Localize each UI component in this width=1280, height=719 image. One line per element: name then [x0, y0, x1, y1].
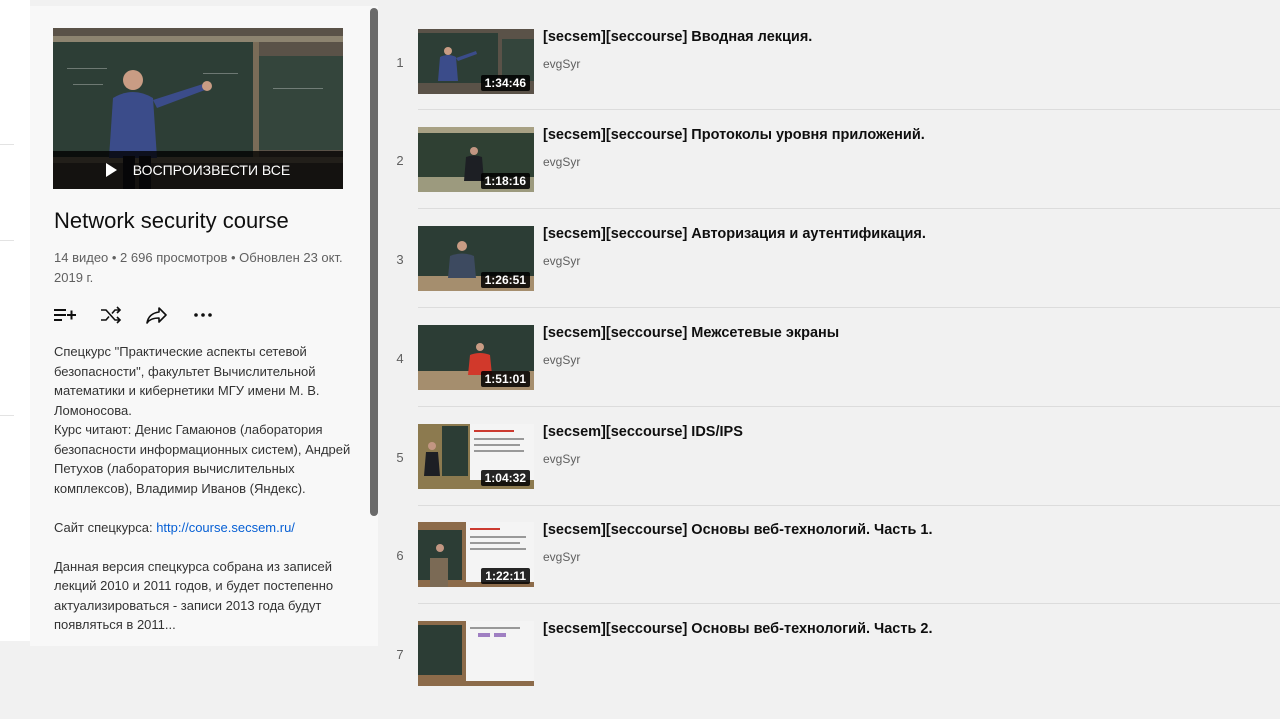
- description-version: Данная версия спецкурса собрана из запис…: [54, 558, 334, 633]
- list-item[interactable]: 4 1:51:01 [secsem][seccourse] Межсетевые…: [382, 325, 1220, 423]
- divider: [418, 307, 1280, 308]
- divider: [418, 109, 1280, 110]
- video-thumbnail[interactable]: [418, 621, 534, 686]
- course-site-link[interactable]: http://course.secsem.ru/: [156, 520, 295, 535]
- video-duration: 1:26:51: [480, 272, 530, 288]
- thumbnail-image: [418, 621, 534, 686]
- video-index: 2: [396, 153, 404, 168]
- video-index: 7: [396, 647, 404, 662]
- divider: [418, 603, 1280, 604]
- video-index: 4: [396, 351, 404, 366]
- shuffle-button[interactable]: [100, 304, 122, 326]
- divider: [418, 406, 1280, 407]
- video-index: 3: [396, 252, 404, 267]
- video-thumbnail[interactable]: 1:51:01: [418, 325, 534, 390]
- video-duration: 1:51:01: [480, 371, 530, 387]
- divider: [0, 415, 14, 416]
- playlist-stats: 14 видео • 2 696 просмотров • Обновлен 2…: [54, 250, 343, 285]
- page-edge: [0, 0, 30, 641]
- playlist-cover-thumbnail[interactable]: ВОСПРОИЗВЕСТИ ВСЕ: [53, 28, 343, 189]
- playlist-header: ВОСПРОИЗВЕСТИ ВСЕ Network security cours…: [30, 6, 378, 646]
- video-title[interactable]: [secsem][seccourse] Вводная лекция.: [543, 29, 812, 45]
- video-channel[interactable]: evgSyr: [543, 353, 580, 367]
- video-index: 6: [396, 548, 404, 563]
- video-thumbnail[interactable]: 1:34:46: [418, 29, 534, 94]
- video-channel[interactable]: evgSyr: [543, 550, 580, 564]
- playlist-video-list: 1 1:34:46 [secsem][seccourse] Вводная ле…: [382, 0, 1280, 686]
- description-site: Сайт спецкурса: http://course.secsem.ru/: [54, 518, 354, 538]
- list-item[interactable]: 1 1:34:46 [secsem][seccourse] Вводная ле…: [382, 29, 1220, 127]
- description-lecturers: Курс читают: Денис Гамаюнов (лаборатория…: [54, 422, 351, 496]
- description-course: Спецкурс "Практические аспекты сетевой б…: [54, 344, 320, 418]
- shuffle-icon: [101, 306, 122, 324]
- divider: [0, 144, 14, 145]
- video-title[interactable]: [secsem][seccourse] Межсетевые экраны: [543, 325, 839, 341]
- share-icon: [146, 307, 167, 324]
- video-channel[interactable]: evgSyr: [543, 452, 580, 466]
- video-duration: 1:18:16: [480, 173, 530, 189]
- more-actions-button[interactable]: [192, 304, 214, 326]
- video-thumbnail[interactable]: 1:18:16: [418, 127, 534, 192]
- save-playlist-button[interactable]: [54, 304, 76, 326]
- video-duration: 1:22:11: [481, 568, 530, 584]
- video-duration: 1:34:46: [480, 75, 530, 91]
- share-button[interactable]: [146, 304, 168, 326]
- playlist-actions: [54, 304, 214, 326]
- video-thumbnail[interactable]: 1:04:32: [418, 424, 534, 489]
- list-item[interactable]: 7 [secsem][seccourse] Основы веб-техноло…: [382, 621, 1220, 719]
- divider: [0, 240, 14, 241]
- site-prefix: Сайт спецкурса:: [54, 519, 157, 535]
- video-title[interactable]: [secsem][seccourse] Основы веб-технологи…: [543, 522, 933, 538]
- video-channel[interactable]: evgSyr: [543, 57, 580, 71]
- playlist-description: Спецкурс "Практические аспекты сетевой б…: [54, 342, 354, 635]
- video-title[interactable]: [secsem][seccourse] Протоколы уровня при…: [543, 127, 925, 143]
- video-channel[interactable]: evgSyr: [543, 155, 580, 169]
- play-icon: [105, 163, 117, 177]
- sidebar-scrollbar[interactable]: [370, 8, 378, 516]
- video-index: 1: [396, 55, 404, 70]
- play-all-label: ВОСПРОИЗВЕСТИ ВСЕ: [132, 162, 291, 178]
- playlist-title: Network security course: [54, 208, 289, 233]
- video-thumbnail[interactable]: 1:26:51: [418, 226, 534, 291]
- more-horizontal-icon: [194, 313, 212, 317]
- list-item[interactable]: 3 1:26:51 [secsem][seccourse] Авторизаци…: [382, 226, 1220, 324]
- divider: [418, 505, 1280, 506]
- divider: [418, 208, 1280, 209]
- video-thumbnail[interactable]: 1:22:11: [418, 522, 534, 587]
- video-title[interactable]: [secsem][seccourse] Основы веб-технологи…: [543, 621, 933, 637]
- play-all-button[interactable]: ВОСПРОИЗВЕСТИ ВСЕ: [53, 151, 343, 189]
- video-index: 5: [396, 450, 404, 465]
- video-duration: 1:04:32: [480, 470, 530, 486]
- playlist-add-icon: [54, 309, 76, 321]
- video-title[interactable]: [secsem][seccourse] IDS/IPS: [543, 424, 743, 440]
- list-item[interactable]: 5 1:04:32 [secsem][seccourse] IDS/IPS ev…: [382, 424, 1220, 522]
- video-channel[interactable]: evgSyr: [543, 254, 580, 268]
- list-item[interactable]: 6 1:22:11 [secsem][seccourse] Основы веб…: [382, 522, 1220, 620]
- list-item[interactable]: 2 1:18:16 [secsem][seccourse] Протоколы …: [382, 127, 1220, 225]
- video-title[interactable]: [secsem][seccourse] Авторизация и аутент…: [543, 226, 926, 242]
